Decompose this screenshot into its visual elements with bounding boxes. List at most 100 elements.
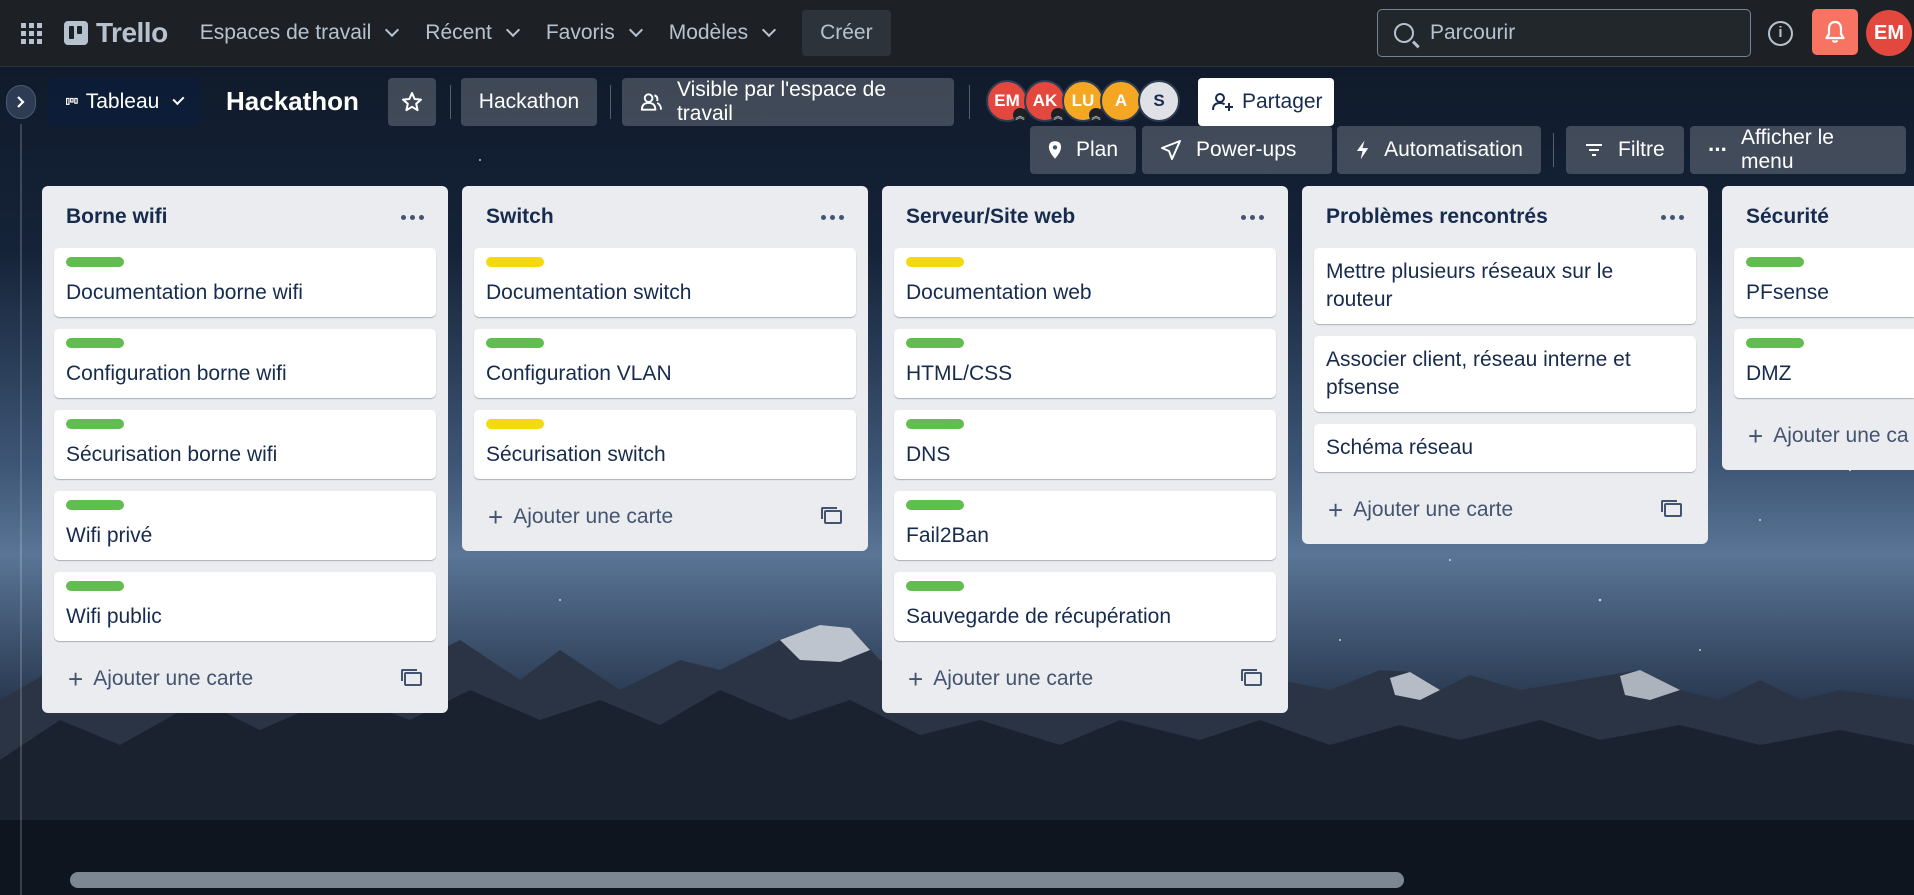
card[interactable]: Fail2Ban: [894, 491, 1276, 560]
card[interactable]: PFsense: [1734, 248, 1914, 317]
map-view-button[interactable]: Plan: [1030, 126, 1136, 174]
list-header: Borne wifi: [54, 186, 436, 248]
powerups-button[interactable]: Power-ups: [1142, 126, 1332, 174]
board-title[interactable]: Hackathon: [226, 86, 359, 117]
add-card-button[interactable]: + Ajouter une ca: [1748, 423, 1909, 449]
list-header: Switch: [474, 186, 856, 248]
more-horizontal-icon[interactable]: [821, 214, 844, 220]
card[interactable]: Configuration borne wifi: [54, 329, 436, 398]
nav-starred[interactable]: Favoris: [532, 10, 655, 56]
member-avatar[interactable]: AK ︽: [1024, 80, 1066, 122]
card-label[interactable]: [66, 581, 124, 591]
view-switcher-button[interactable]: Tableau: [48, 78, 200, 126]
list-title[interactable]: Sécurité: [1746, 205, 1829, 229]
card[interactable]: Wifi privé: [54, 491, 436, 560]
card[interactable]: Documentation web: [894, 248, 1276, 317]
create-from-template-icon[interactable]: [1241, 669, 1262, 686]
app-switcher-icon[interactable]: [16, 18, 46, 48]
list-title[interactable]: Problèmes rencontrés: [1326, 205, 1548, 229]
filter-button[interactable]: Filtre: [1566, 126, 1684, 174]
card-label[interactable]: [1746, 257, 1804, 267]
visibility-button[interactable]: Visible par l'espace de travail: [622, 78, 954, 126]
member-avatar[interactable]: A: [1100, 80, 1142, 122]
card-label[interactable]: [906, 338, 964, 348]
card-label[interactable]: [906, 581, 964, 591]
add-card-button[interactable]: + Ajouter une carte: [488, 504, 673, 530]
card-label[interactable]: [906, 257, 964, 267]
card-title: Wifi public: [66, 605, 162, 628]
card-title: HTML/CSS: [906, 362, 1013, 385]
create-from-template-icon[interactable]: [1661, 500, 1682, 517]
scrollbar-thumb[interactable]: [70, 872, 1404, 888]
list-title[interactable]: Serveur/Site web: [906, 205, 1075, 229]
card-label[interactable]: [486, 338, 544, 348]
card[interactable]: Configuration VLAN: [474, 329, 856, 398]
nav-workspaces[interactable]: Espaces de travail: [186, 10, 412, 56]
create-button[interactable]: Créer: [802, 10, 891, 56]
view-switcher-label: Tableau: [85, 90, 160, 113]
create-from-template-icon[interactable]: [821, 507, 842, 524]
card-title: Schéma réseau: [1326, 436, 1474, 459]
card[interactable]: DNS: [894, 410, 1276, 479]
card-label[interactable]: [66, 500, 124, 510]
card-label[interactable]: [66, 338, 124, 348]
admin-chevrons-icon: ︽: [1051, 108, 1065, 122]
card-title: Sauvegarde de récupération: [906, 605, 1172, 628]
nav-recent[interactable]: Récent: [411, 10, 532, 56]
add-card-button[interactable]: + Ajouter une carte: [1328, 497, 1513, 523]
member-avatar[interactable]: EM ︽: [986, 80, 1028, 122]
card-label[interactable]: [486, 419, 544, 429]
show-menu-label: Afficher le menu: [1740, 126, 1834, 173]
card[interactable]: Documentation borne wifi: [54, 248, 436, 317]
horizontal-scrollbar[interactable]: [70, 872, 1914, 888]
card[interactable]: Mettre plusieurs réseaux sur le routeur: [1314, 248, 1696, 324]
card-label[interactable]: [66, 419, 124, 429]
card[interactable]: HTML/CSS: [894, 329, 1276, 398]
list-switch: Switch Documentation switch Configuratio…: [462, 186, 868, 551]
trello-logo[interactable]: Trello: [64, 17, 168, 49]
list-title[interactable]: Borne wifi: [66, 205, 168, 229]
automation-button[interactable]: Automatisation: [1337, 126, 1541, 174]
card-label[interactable]: [906, 500, 964, 510]
card[interactable]: Associer client, réseau interne et pfsen…: [1314, 336, 1696, 412]
nav-templates[interactable]: Modèles: [655, 10, 788, 56]
admin-chevrons-icon: ︽: [1089, 108, 1103, 122]
card-label[interactable]: [66, 257, 124, 267]
more-horizontal-icon[interactable]: [1241, 214, 1264, 220]
add-card-button[interactable]: + Ajouter une carte: [908, 666, 1093, 692]
notifications-button[interactable]: [1812, 9, 1858, 55]
create-from-template-icon[interactable]: [401, 669, 422, 686]
star-board-button[interactable]: [388, 78, 436, 126]
add-card-label: Ajouter une ca: [1773, 424, 1909, 447]
card[interactable]: Wifi public: [54, 572, 436, 641]
card-title: Sécurisation borne wifi: [66, 443, 278, 466]
member-avatar[interactable]: S: [1138, 80, 1180, 122]
card-label[interactable]: [486, 257, 544, 267]
card-label[interactable]: [1746, 338, 1804, 348]
card-label[interactable]: [906, 419, 964, 429]
lightning-icon: [1356, 140, 1369, 160]
more-horizontal-icon[interactable]: [1661, 214, 1684, 220]
info-icon[interactable]: i: [1768, 21, 1793, 46]
card[interactable]: Documentation switch: [474, 248, 856, 317]
user-avatar[interactable]: EM: [1866, 10, 1912, 56]
show-menu-button[interactable]: ··· Afficher le menu: [1690, 126, 1906, 174]
search-input[interactable]: Parcourir: [1377, 9, 1751, 57]
share-button[interactable]: Partager: [1198, 78, 1334, 126]
card[interactable]: Schéma réseau: [1314, 424, 1696, 472]
member-initials: S: [1153, 91, 1165, 110]
add-card-row: + Ajouter une carte: [474, 491, 856, 539]
member-avatar[interactable]: LU ︽: [1062, 80, 1104, 122]
card[interactable]: Sauvegarde de récupération: [894, 572, 1276, 641]
card[interactable]: Sécurisation switch: [474, 410, 856, 479]
board-view-icon: [66, 97, 78, 105]
sidebar-expand-button[interactable]: [6, 85, 36, 119]
card[interactable]: DMZ: [1734, 329, 1914, 398]
more-horizontal-icon[interactable]: [401, 214, 424, 220]
automation-label: Automatisation: [1384, 138, 1523, 161]
chevron-down-icon: [762, 22, 777, 38]
list-title[interactable]: Switch: [486, 205, 554, 229]
card[interactable]: Sécurisation borne wifi: [54, 410, 436, 479]
workspace-button[interactable]: Hackathon: [461, 78, 597, 126]
add-card-button[interactable]: + Ajouter une carte: [68, 666, 253, 692]
